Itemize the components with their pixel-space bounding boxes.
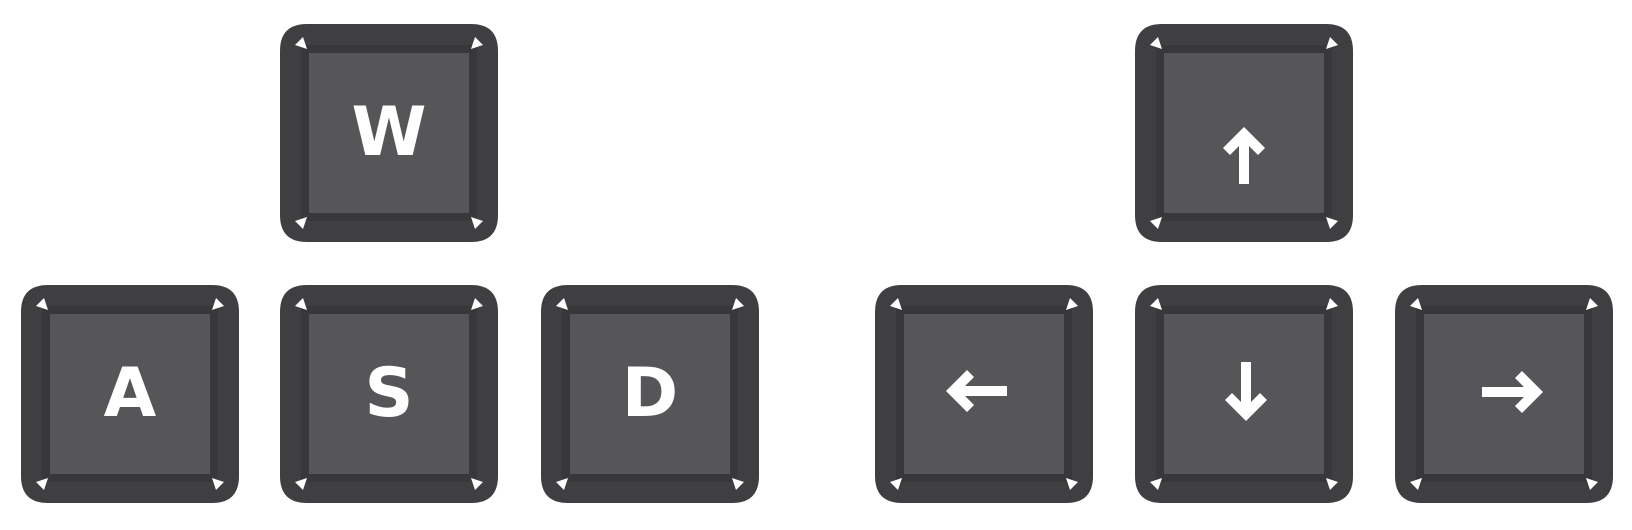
key-face (904, 314, 1064, 474)
arrow-left-icon (946, 370, 1007, 412)
key-w-label: W (351, 93, 427, 172)
key-face: S (309, 314, 469, 474)
key-arrow-left[interactable] (874, 284, 1094, 504)
key-face (1424, 314, 1584, 474)
arrow-right-icon (1482, 371, 1543, 413)
key-s[interactable]: S (279, 284, 499, 504)
key-a[interactable]: A (20, 284, 240, 504)
key-d-label: D (621, 354, 679, 433)
key-w[interactable]: W (279, 23, 499, 243)
key-a-label: A (103, 354, 157, 433)
key-face (1164, 314, 1324, 474)
key-face: D (570, 314, 730, 474)
key-arrow-right[interactable] (1394, 284, 1614, 504)
arrow-down-icon (1225, 362, 1267, 421)
key-s-label: S (364, 354, 414, 433)
key-face: A (50, 314, 210, 474)
key-arrow-up[interactable] (1134, 23, 1354, 243)
arrow-up-icon (1223, 127, 1265, 184)
key-face: W (309, 53, 469, 213)
key-d[interactable]: D (540, 284, 760, 504)
key-arrow-down[interactable] (1134, 284, 1354, 504)
key-face (1164, 53, 1324, 213)
